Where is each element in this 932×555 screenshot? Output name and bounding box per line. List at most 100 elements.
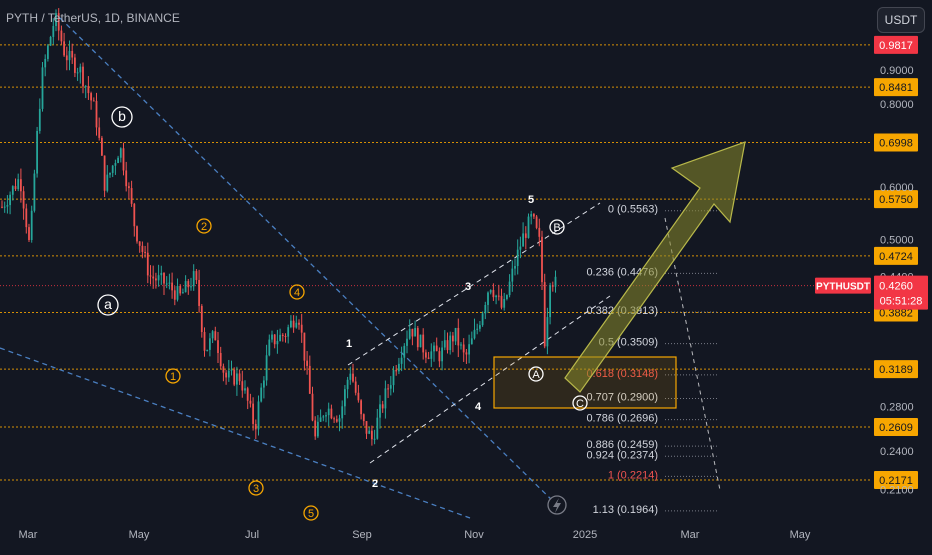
candle-body <box>500 295 503 308</box>
candle-body <box>71 50 74 58</box>
candle-body <box>190 286 192 288</box>
current-price-label: 0.4260 <box>879 281 913 293</box>
candle-body <box>279 334 281 341</box>
currency-button[interactable]: USDT <box>877 7 925 33</box>
candle-body <box>530 214 533 217</box>
candle-body <box>460 344 462 346</box>
candle-body <box>195 271 198 280</box>
axis-tick-label: 0.8000 <box>880 99 914 111</box>
candle-body <box>236 373 238 385</box>
candle-body <box>82 66 84 87</box>
candle-body <box>430 351 433 359</box>
time-tick-label: May <box>129 529 150 541</box>
candle-body <box>265 355 268 381</box>
candle-body <box>400 357 403 364</box>
wave-label-white-2: 2 <box>372 478 378 490</box>
candle-body <box>411 328 414 337</box>
candle-body <box>381 404 384 409</box>
candle-body <box>103 155 106 191</box>
candle-body <box>68 50 71 61</box>
candle-body <box>349 373 352 380</box>
candle-body <box>441 347 443 362</box>
candle-body <box>171 282 173 291</box>
time-tick-label: May <box>790 529 811 541</box>
candle-body <box>497 295 500 297</box>
candle-body <box>335 419 338 422</box>
candle-body <box>22 191 25 209</box>
candles <box>1 8 557 446</box>
candle-body <box>433 345 435 352</box>
axis-tick-label: 0.9000 <box>880 65 914 77</box>
candle-body <box>281 334 284 337</box>
chart-area[interactable]: 0 (0.5563)0.236 (0.4476)0.382 (0.3913)0.… <box>0 0 932 550</box>
candle-body <box>211 331 214 339</box>
wave-label-white-1: 1 <box>346 338 352 350</box>
level-price-label: 0.3189 <box>879 364 913 376</box>
candle-body <box>446 340 449 351</box>
candle-body <box>538 227 541 237</box>
candle-body <box>514 266 516 269</box>
candle-body <box>551 285 554 287</box>
candle-body <box>52 25 55 37</box>
price-chart-svg[interactable]: 0 (0.5563)0.236 (0.4476)0.382 (0.3913)0.… <box>0 0 932 550</box>
candle-body <box>516 249 519 267</box>
candle-body <box>60 30 63 42</box>
candle-body <box>476 328 479 330</box>
candle-body <box>522 233 524 247</box>
candle-body <box>209 338 211 350</box>
candle-body <box>38 108 41 131</box>
wave-label-orange-1: 1 <box>170 371 176 383</box>
axis-tick-label: 0.6000 <box>880 182 914 194</box>
candle-body <box>333 418 335 420</box>
candle-body <box>425 352 427 358</box>
candle-body <box>6 205 9 207</box>
candle-body <box>111 165 114 173</box>
upper-trendline <box>59 17 561 509</box>
candle-body <box>287 327 290 337</box>
candle-body <box>109 172 111 175</box>
candle-body <box>11 186 14 195</box>
countdown-label: 05:51:28 <box>880 296 923 308</box>
candle-body <box>403 345 406 358</box>
candle-body <box>284 336 287 338</box>
candle-body <box>295 322 298 328</box>
candle-body <box>20 179 22 192</box>
candle-body <box>422 334 425 353</box>
candle-body <box>17 179 20 190</box>
candle-body <box>308 365 311 394</box>
wave-label-orange-2: 2 <box>201 221 207 233</box>
candle-body <box>214 331 217 341</box>
wave-label-orange-3: 3 <box>253 483 259 495</box>
candle-body <box>419 334 422 348</box>
level-price-label: 0.9817 <box>879 40 913 52</box>
candle-body <box>352 373 354 382</box>
candle-body <box>200 305 203 333</box>
candle-body <box>47 45 49 59</box>
candle-body <box>28 227 30 240</box>
candle-body <box>173 290 176 300</box>
corrective-label-B: B <box>553 222 560 234</box>
candle-body <box>303 332 306 361</box>
candle-body <box>465 352 468 355</box>
candle-body <box>414 328 416 337</box>
candle-body <box>79 66 82 73</box>
candle-body <box>128 186 130 189</box>
candle-body <box>63 41 65 56</box>
candle-body <box>9 194 11 206</box>
time-tick-label: Nov <box>464 529 484 541</box>
candle-body <box>495 295 497 298</box>
candle-body <box>395 370 398 372</box>
candle-body <box>187 281 190 288</box>
candle-body <box>533 214 535 217</box>
candle-body <box>133 203 136 227</box>
axis-tick-label: 0.5000 <box>880 234 914 246</box>
candle-body <box>306 360 308 366</box>
candle-body <box>125 170 128 187</box>
candle-body <box>149 275 152 277</box>
candle-body <box>176 285 179 300</box>
wave-label-white-4: 4 <box>475 401 482 413</box>
candle-body <box>322 416 325 418</box>
candle-body <box>298 322 300 325</box>
wave-label-white-5: 5 <box>528 194 534 206</box>
time-tick-label: Mar <box>19 529 38 541</box>
